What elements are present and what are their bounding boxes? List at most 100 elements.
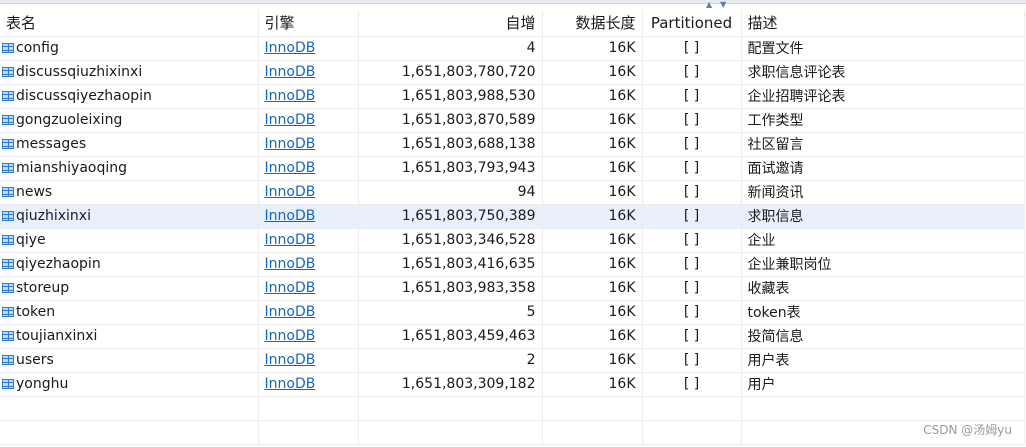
- table-row[interactable]: yonghu InnoDB 1,651,803,309,182 16K[ ] 用户: [0, 372, 1025, 397]
- auto-increment-cell: 1,651,803,416,635: [358, 252, 543, 277]
- tables-grid: 表名 引擎 自增 数据长度 Partitioned 描述 config InnoD…: [0, 10, 1025, 445]
- table-name[interactable]: yonghu: [16, 376, 68, 392]
- table-name-cell: config: [0, 36, 259, 61]
- table-list-view: ▲▼ 表名 引擎 自增 数据长度 Partitioned 描述 config In…: [0, 0, 1026, 447]
- engine-link[interactable]: InnoDB: [265, 352, 316, 368]
- table-name[interactable]: news: [16, 184, 52, 200]
- description-cell: 用户表: [741, 348, 1025, 373]
- data-length-cell: 16K: [542, 204, 643, 229]
- auto-increment-cell: 94: [358, 180, 543, 205]
- table-row[interactable]: messages InnoDB 1,651,803,688,138 16K[ ] 社区留…: [0, 132, 1025, 157]
- table-name-cell: toujianxinxi: [0, 324, 259, 349]
- scroll-up-down-icon[interactable]: ▲▼: [706, 1, 734, 9]
- table-row[interactable]: storeup InnoDB 1,651,803,983,358 16K[ ] 收藏表: [0, 276, 1025, 301]
- table-name[interactable]: mianshiyaoqing: [16, 160, 127, 176]
- table-row[interactable]: qiyezhaopin InnoDB 1,651,803,416,635 16K[ ]…: [0, 252, 1025, 277]
- table-row[interactable]: qiye InnoDB 1,651,803,346,528 16K[ ] 企业: [0, 228, 1025, 253]
- engine-link[interactable]: InnoDB: [265, 40, 316, 56]
- table-name[interactable]: users: [16, 352, 54, 368]
- table-name[interactable]: qiyezhaopin: [16, 256, 101, 272]
- engine-cell: InnoDB: [258, 108, 359, 133]
- engine-link[interactable]: InnoDB: [265, 64, 316, 80]
- data-length-cell: 16K: [542, 180, 643, 205]
- table-name-cell: gongzuoleixing: [0, 108, 259, 133]
- data-length-cell: 16K: [542, 84, 643, 109]
- table-name[interactable]: gongzuoleixing: [16, 112, 122, 128]
- auto-increment-cell: 2: [358, 348, 543, 373]
- auto-increment-cell: 1,651,803,750,389: [358, 204, 543, 229]
- data-length-cell: 16K: [542, 108, 643, 133]
- table-name-cell: token: [0, 300, 259, 325]
- description-cell: 用户: [741, 372, 1025, 397]
- data-length-cell: 16K: [542, 36, 643, 61]
- table-name-cell: discussqiuzhixinxi: [0, 60, 259, 85]
- partitioned-cell: [ ]: [642, 84, 742, 109]
- column-header-description[interactable]: 描述: [741, 10, 1025, 37]
- description-cell: 社区留言: [741, 132, 1025, 157]
- table-row[interactable]: toujianxinxi InnoDB 1,651,803,459,463 16K[ …: [0, 324, 1025, 349]
- engine-link[interactable]: InnoDB: [265, 208, 316, 224]
- engine-cell: InnoDB: [258, 372, 359, 397]
- auto-increment-cell: 1,651,803,309,182: [358, 372, 543, 397]
- table-row[interactable]: qiuzhixinxi InnoDB 1,651,803,750,389 16K[ ]…: [0, 204, 1025, 229]
- table-name-cell: news: [0, 180, 259, 205]
- engine-link[interactable]: InnoDB: [265, 304, 316, 320]
- table-icon: [2, 42, 14, 53]
- table-name[interactable]: discussqiyezhaopin: [16, 88, 152, 104]
- engine-link[interactable]: InnoDB: [265, 160, 316, 176]
- auto-increment-cell: 4: [358, 36, 543, 61]
- table-name[interactable]: storeup: [16, 280, 69, 296]
- table-name-cell: storeup: [0, 276, 259, 301]
- engine-cell: InnoDB: [258, 252, 359, 277]
- auto-increment-cell: 1,651,803,983,358: [358, 276, 543, 301]
- data-length-cell: 16K: [542, 372, 643, 397]
- table-icon: [2, 330, 14, 341]
- table-name-cell: qiye: [0, 228, 259, 253]
- column-header-data-length[interactable]: 数据长度: [542, 10, 643, 37]
- engine-cell: InnoDB: [258, 156, 359, 181]
- table-row[interactable]: config InnoDB 4 16K[ ] 配置文件: [0, 36, 1025, 61]
- engine-link[interactable]: InnoDB: [265, 184, 316, 200]
- column-header-name[interactable]: 表名: [0, 10, 259, 37]
- table-row[interactable]: users InnoDB 2 16K[ ] 用户表: [0, 348, 1025, 373]
- table-name[interactable]: qiye: [16, 232, 46, 248]
- partitioned-cell: [ ]: [642, 348, 742, 373]
- engine-link[interactable]: InnoDB: [265, 232, 316, 248]
- engine-link[interactable]: InnoDB: [265, 136, 316, 152]
- engine-link[interactable]: InnoDB: [265, 280, 316, 296]
- column-header-engine[interactable]: 引擎: [258, 10, 359, 37]
- partitioned-cell: [ ]: [642, 36, 742, 61]
- data-length-cell: 16K: [542, 252, 643, 277]
- table-icon: [2, 186, 14, 197]
- header-row: 表名 引擎 自增 数据长度 Partitioned 描述: [0, 10, 1025, 37]
- partitioned-cell: [ ]: [642, 324, 742, 349]
- table-row[interactable]: token InnoDB 5 16K[ ] token表: [0, 300, 1025, 325]
- engine-cell: InnoDB: [258, 300, 359, 325]
- partitioned-cell: [ ]: [642, 60, 742, 85]
- table-name[interactable]: toujianxinxi: [16, 328, 97, 344]
- table-name[interactable]: discussqiuzhixinxi: [16, 64, 142, 80]
- engine-link[interactable]: InnoDB: [265, 88, 316, 104]
- table-row[interactable]: discussqiyezhaopin InnoDB 1,651,803,988,53…: [0, 84, 1025, 109]
- engine-link[interactable]: InnoDB: [265, 376, 316, 392]
- engine-link[interactable]: InnoDB: [265, 328, 316, 344]
- auto-increment-cell: 1,651,803,780,720: [358, 60, 543, 85]
- column-header-auto-increment[interactable]: 自增: [358, 10, 543, 37]
- table-name[interactable]: messages: [16, 136, 86, 152]
- table-name[interactable]: qiuzhixinxi: [16, 208, 91, 224]
- table-row[interactable]: gongzuoleixing InnoDB 1,651,803,870,589 16K…: [0, 108, 1025, 133]
- partitioned-cell: [ ]: [642, 252, 742, 277]
- table-row[interactable]: news InnoDB 94 16K[ ] 新闻资讯: [0, 180, 1025, 205]
- table-icon: [2, 258, 14, 269]
- description-cell: 企业: [741, 228, 1025, 253]
- table-name-cell: messages: [0, 132, 259, 157]
- table-row[interactable]: discussqiuzhixinxi InnoDB 1,651,803,780,72…: [0, 60, 1025, 85]
- table-row[interactable]: mianshiyaoqing InnoDB 1,651,803,793,943 16K…: [0, 156, 1025, 181]
- table-name[interactable]: token: [16, 304, 55, 320]
- table-icon: [2, 162, 14, 173]
- column-header-partitioned[interactable]: Partitioned: [642, 10, 742, 37]
- description-cell: 面试邀请: [741, 156, 1025, 181]
- engine-link[interactable]: InnoDB: [265, 256, 316, 272]
- engine-link[interactable]: InnoDB: [265, 112, 316, 128]
- table-name[interactable]: config: [16, 40, 59, 56]
